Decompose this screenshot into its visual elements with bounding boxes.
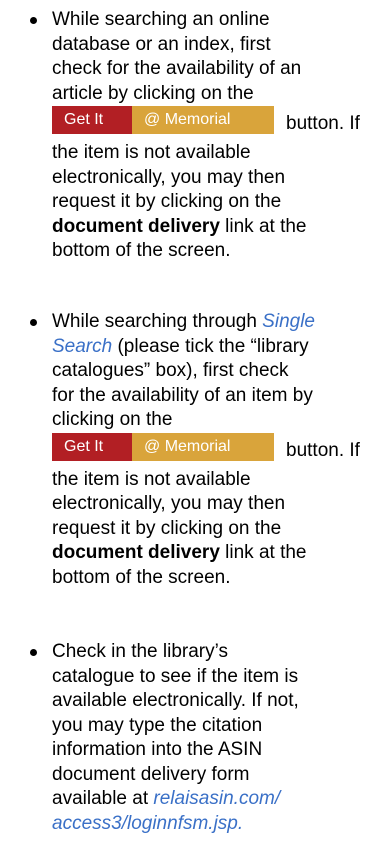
text-line: clicking on the — [52, 409, 173, 430]
text-fragment: link at the — [219, 542, 307, 563]
text-line: database or an index, first — [52, 33, 271, 55]
list-item-text: While searching through Single Search (p… — [52, 310, 382, 590]
get-it-label: Get It — [52, 432, 132, 461]
text-line: document delivery link at the — [52, 215, 382, 240]
text-line: request it by clicking on the — [52, 517, 282, 539]
memorial-label: @ Memorial — [132, 106, 274, 134]
text-line: Check in the library’s — [52, 641, 229, 662]
list-item-text: While searching an online database or an… — [52, 8, 382, 264]
text-line: bottom of the screen. — [52, 240, 231, 261]
text-line: the item is not available — [52, 468, 251, 490]
get-it-label: Get It — [52, 106, 132, 134]
text-line: available at relaisasin.com/ — [52, 787, 382, 812]
text-line: While searching through Single — [52, 310, 382, 335]
asin-link[interactable]: access3/loginnfsm.jsp — [52, 813, 238, 834]
text-line: catalogues” box), first check — [52, 360, 289, 381]
text-line: Search (please tick the “library — [52, 335, 382, 360]
text-line: the item is not available — [52, 142, 251, 163]
button-line: Get It @ Memorial button. If — [52, 432, 382, 468]
list-item-text: Check in the library’s catalogue to see … — [52, 640, 382, 836]
get-it-memorial-button[interactable]: Get It @ Memorial — [52, 106, 274, 134]
document-delivery-link-label: document delivery — [52, 215, 220, 237]
text-after-button: button. If — [286, 113, 360, 134]
asin-link[interactable]: relaisasin.com/ — [153, 788, 280, 809]
button-line: Get It @ Memorial button. If — [52, 106, 382, 141]
text-line: catalogue to see if the item is — [52, 665, 299, 687]
text-line: request it by clicking on the — [52, 191, 282, 212]
text-line: electronically, you may then — [52, 166, 286, 188]
text-after-button: button. If — [286, 439, 360, 461]
single-search-link[interactable]: Search — [52, 336, 112, 357]
text-line: bottom of the screen. — [52, 566, 231, 588]
text-line: article by clicking on the — [52, 82, 254, 104]
text-fragment: link at the — [219, 215, 307, 237]
bullet-icon — [30, 319, 37, 326]
bullet-icon — [30, 17, 37, 24]
text-line: available electronically. If not, — [52, 690, 299, 711]
text-line: document delivery link at the — [52, 541, 382, 566]
text-line: document delivery form — [52, 763, 250, 785]
text-line: check for the availability of an — [52, 58, 302, 79]
single-search-link[interactable]: Single — [262, 311, 315, 332]
text-line: information into the ASIN — [52, 739, 263, 760]
text-fragment: (please tick the “library — [112, 335, 309, 357]
text-fragment: available at — [52, 788, 154, 809]
text-line: While searching an online — [52, 9, 270, 30]
text-line: you may type the citation — [52, 714, 263, 736]
bullet-icon — [30, 649, 37, 656]
text-line: access3/loginnfsm.jsp. — [52, 812, 382, 837]
text-fragment: While searching through — [52, 311, 263, 332]
get-it-memorial-button[interactable]: Get It @ Memorial — [52, 432, 274, 461]
text-line: for the availability of an item by — [52, 384, 313, 406]
text-fragment: . — [237, 812, 244, 834]
document-delivery-link-label: document delivery — [52, 542, 220, 563]
memorial-label: @ Memorial — [132, 432, 274, 461]
text-line: electronically, you may then — [52, 493, 286, 514]
